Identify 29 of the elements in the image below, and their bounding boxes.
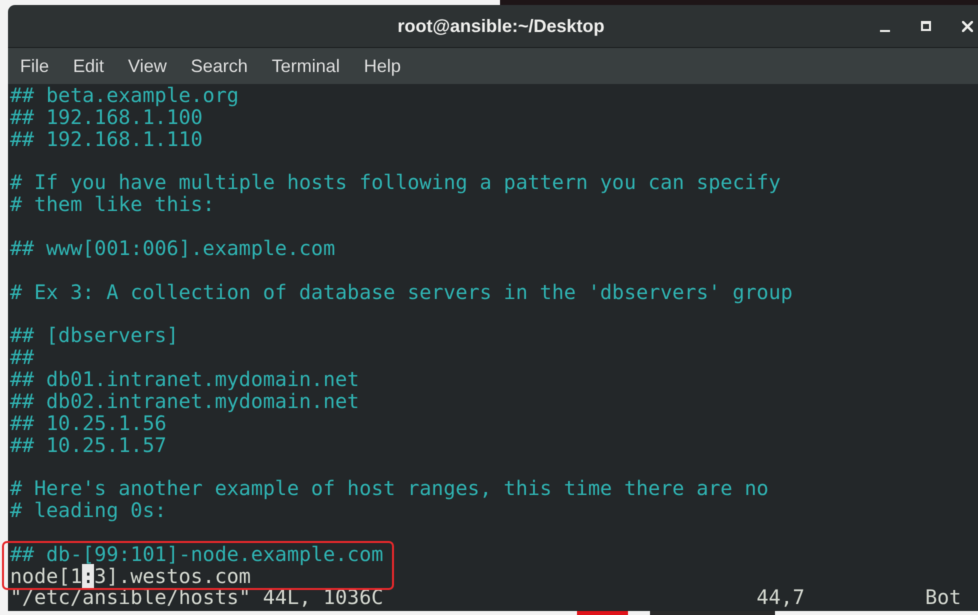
- window-title: root@ansible:~/Desktop: [397, 14, 605, 38]
- comment-line: ## 192.168.1.110: [10, 128, 203, 151]
- minimize-icon: [880, 30, 890, 32]
- comment-line: ## 10.25.1.56: [10, 412, 167, 434]
- comment-line: ## www[001:006].example.com: [10, 238, 336, 260]
- comment-line: ## db01.intranet.mydomain.net: [10, 368, 360, 391]
- comment-line: ## db-[99:101]-node.example.com: [10, 544, 384, 566]
- menu-item[interactable]: Search: [178, 54, 260, 78]
- comment-line: ## 192.168.1.100: [10, 106, 203, 129]
- comment-line: ## beta.example.org: [10, 85, 239, 107]
- menu-item[interactable]: Terminal: [260, 54, 352, 78]
- comment-line: # leading 0s:: [10, 500, 167, 522]
- comment-line: # Ex 3: A collection of database servers in the 'dbservers' group: [10, 282, 793, 304]
- comment-line: ## db02.intranet.mydomain.net: [10, 390, 360, 413]
- comment-line: ##: [10, 347, 34, 369]
- comment-line: # If you have multiple hosts following a pattern you can specify: [10, 172, 781, 194]
- menu-item[interactable]: Edit: [61, 54, 116, 78]
- menu-item[interactable]: File: [8, 54, 62, 78]
- scroll-position: Bot: [925, 587, 962, 610]
- comment-line: # them like this:: [10, 194, 215, 216]
- menu-item[interactable]: Help: [352, 54, 413, 78]
- cursor-position: 44,7: [756, 587, 805, 610]
- comment-line: ## 10.25.1.57: [10, 434, 167, 456]
- comment-line: ## [dbservers]: [10, 325, 179, 348]
- comment-line: # Here's another example of host ranges, this time there are no: [10, 478, 769, 500]
- text-line: node[1:3].westos.com: [10, 566, 251, 588]
- maximize-icon: [921, 21, 931, 31]
- close-icon: [962, 20, 972, 32]
- menu-item[interactable]: View: [116, 54, 179, 78]
